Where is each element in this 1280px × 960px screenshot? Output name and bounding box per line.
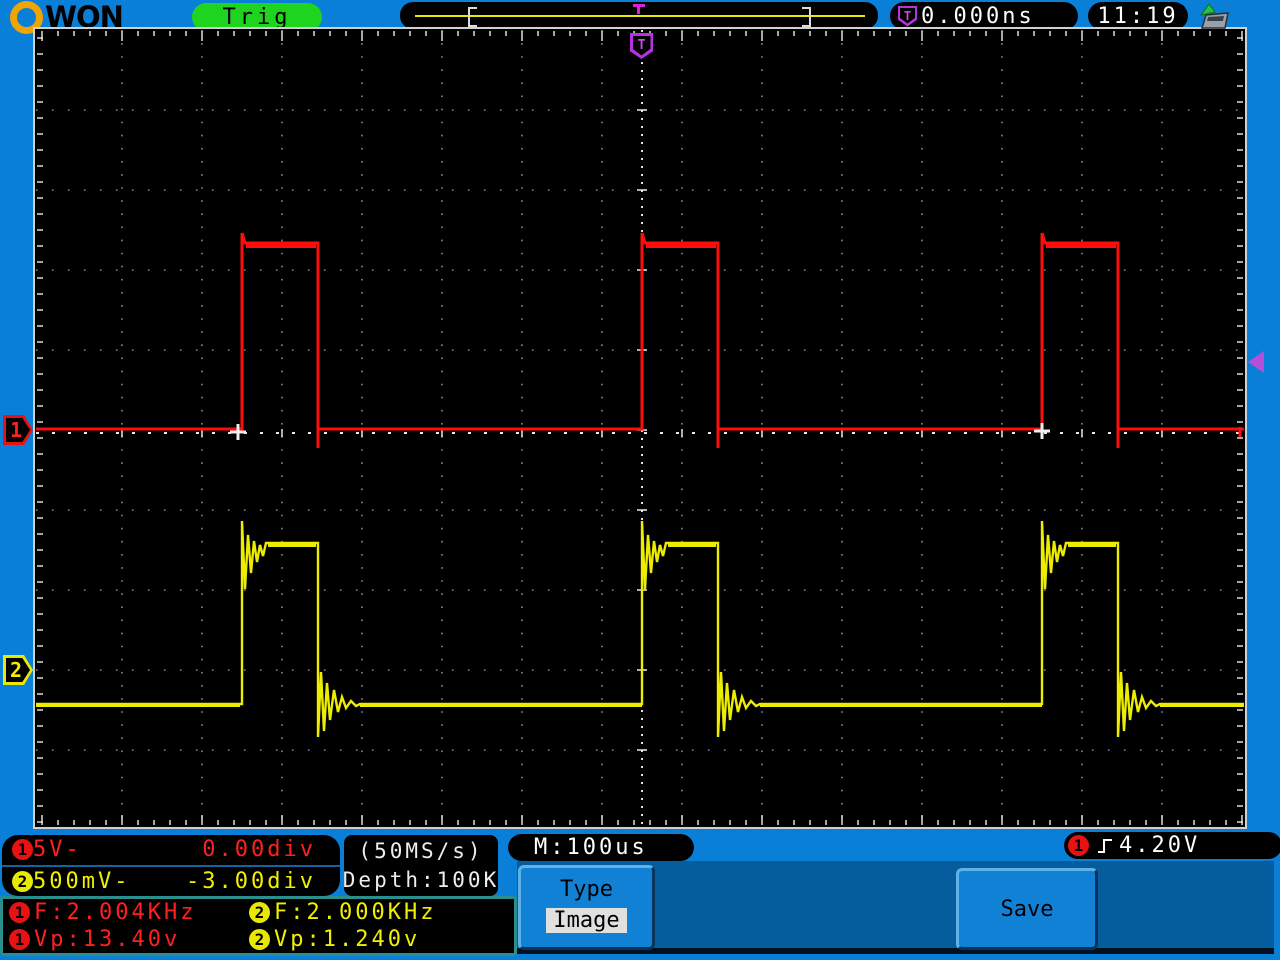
channel2-info-row: 2 500mV- -3.00div (2, 864, 340, 897)
trigger-source-badge: 1 (1068, 835, 1089, 856)
save-button-label: Save (1000, 896, 1054, 922)
timebase-readout: M:100us (508, 834, 694, 861)
channel1-scale: 5V- (33, 837, 82, 863)
memory-depth: Depth:100K (342, 867, 500, 892)
trigger-level-readout: 1 4.20V (1064, 832, 1280, 859)
measurements-box: 1 F:2.004KHz 2 F:2.000KHz 1 Vp:13.40v 2 … (0, 896, 517, 956)
ch2-frequency-measurement: 2 F:2.000KHz (249, 900, 436, 925)
type-button-label: Type (560, 877, 613, 902)
channel1-position: 0.00div (202, 837, 316, 863)
channel2-scale: 500mV- (33, 868, 131, 894)
ch1-frequency-measurement: 1 F:2.004KHz (3, 900, 249, 925)
rising-edge-icon (1098, 838, 1112, 853)
channel2-position: -3.00div (186, 868, 316, 894)
waveform-display (33, 27, 1247, 829)
trigger-level-arrow-icon (1248, 351, 1264, 373)
timebase-value: M:100us (534, 835, 648, 860)
usb-storage-icon (1199, 3, 1229, 29)
channel2-badge: 2 (12, 870, 33, 892)
trigger-level-value: 4.20V (1119, 833, 1201, 858)
type-button[interactable]: Type Image (518, 865, 655, 950)
ch2-vp-measurement: 2 Vp:1.240v (249, 927, 420, 952)
ch1-vp-measurement: 1 Vp:13.40v (3, 927, 249, 952)
sample-rate: (50MS/s) (358, 838, 484, 863)
acquisition-info-box: (50MS/s) Depth:100K (342, 835, 500, 896)
channel1-badge: 1 (12, 839, 33, 861)
channel-info-box: 1 5V- 0.00div 2 500mV- -3.00div (2, 835, 340, 896)
type-button-value: Image (546, 908, 627, 933)
save-button[interactable]: Save (956, 868, 1098, 950)
channel1-info-row: 1 5V- 0.00div (2, 835, 340, 865)
